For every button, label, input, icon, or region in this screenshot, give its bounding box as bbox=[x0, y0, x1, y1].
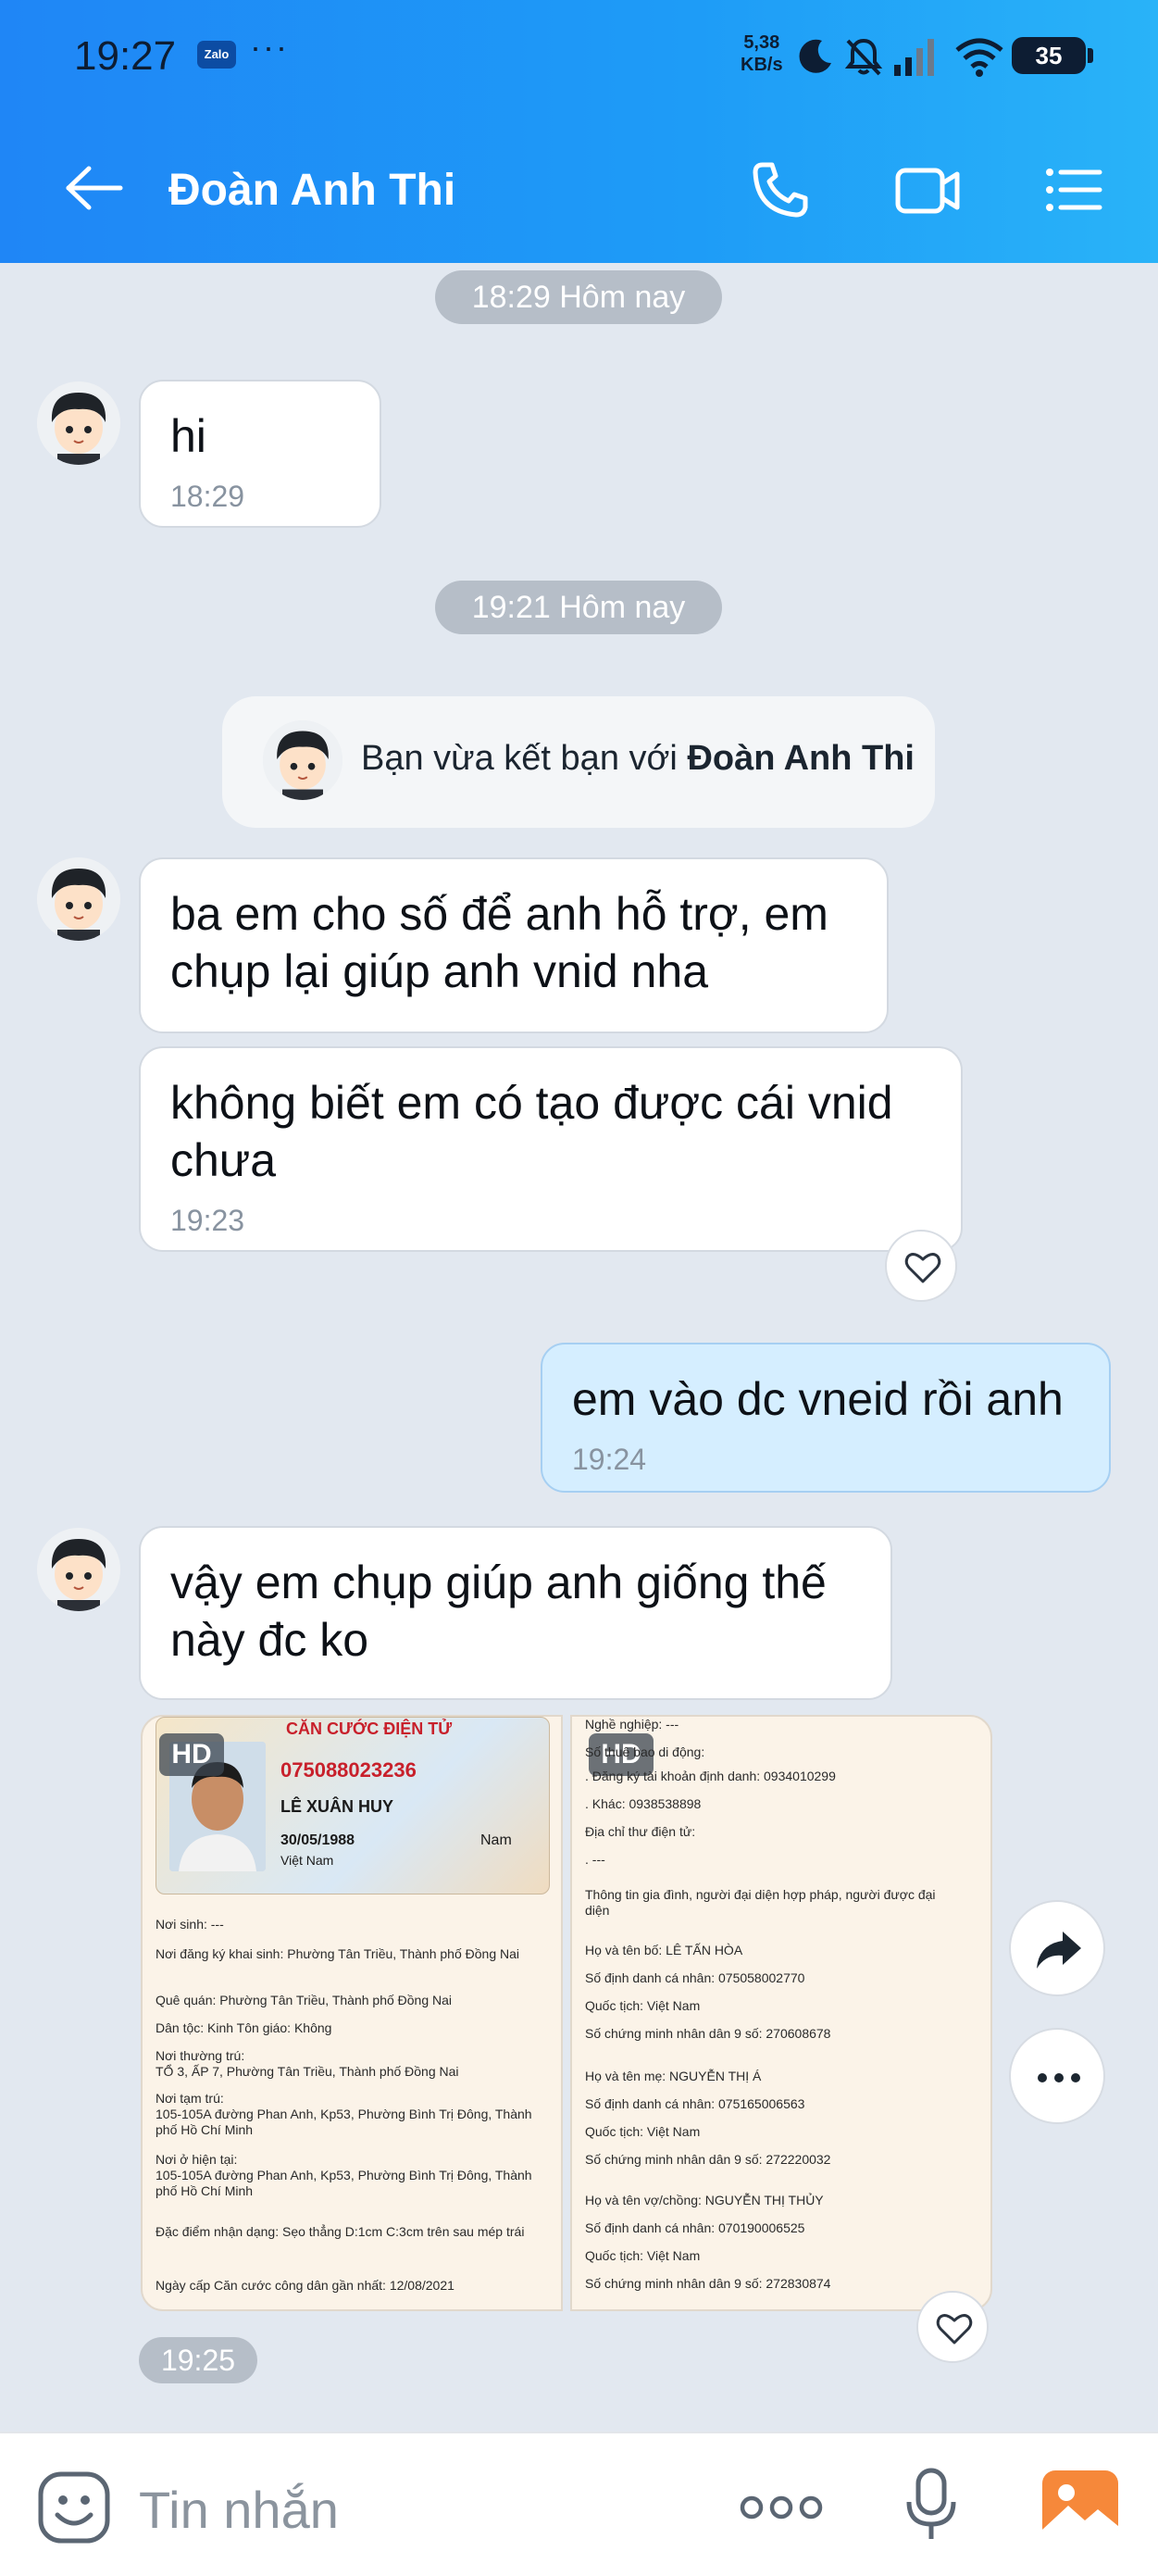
react-heart-button[interactable] bbox=[916, 2291, 989, 2363]
microphone-icon[interactable] bbox=[903, 2467, 959, 2545]
hd-badge: HD bbox=[159, 1733, 224, 1776]
chat-title[interactable]: Đoàn Anh Thi bbox=[168, 165, 455, 216]
message-input[interactable]: Tin nhắn bbox=[139, 2480, 339, 2540]
image-attachment-id-card[interactable]: CĂN CƯỚC ĐIỆN TỬ 075088023236 LÊ XUÂN HU… bbox=[141, 1715, 563, 2311]
message-time: 19:24 bbox=[572, 1443, 647, 1476]
zalo-notification-icon: Zalo bbox=[197, 41, 236, 69]
avatar[interactable] bbox=[37, 381, 120, 465]
menu-list-icon[interactable] bbox=[1042, 159, 1103, 220]
friend-name: Đoàn Anh Thi bbox=[687, 739, 915, 778]
react-heart-button[interactable] bbox=[885, 1230, 957, 1302]
phone-icon[interactable] bbox=[750, 159, 811, 220]
heart-icon bbox=[936, 2314, 973, 2345]
date-divider: 19:21 Hôm nay bbox=[435, 581, 722, 634]
more-dots-icon[interactable] bbox=[737, 2489, 826, 2526]
my-message-bubble[interactable]: em vào dc vneid rồi anh 19:24 bbox=[541, 1343, 1111, 1493]
video-call-icon[interactable] bbox=[894, 159, 961, 220]
message-text: hi bbox=[170, 410, 206, 462]
forward-button[interactable] bbox=[1009, 1900, 1105, 1996]
status-bar: 19:27 Zalo ··· 5,38 KB/s 35 bbox=[0, 0, 1158, 111]
avatar-boy-icon bbox=[263, 720, 342, 800]
image-attachment-family-info[interactable]: HD Nghề nghiệp: --- Số thuê bao di động:… bbox=[570, 1715, 992, 2311]
forward-arrow-icon bbox=[1037, 1932, 1081, 1969]
wifi-icon bbox=[955, 38, 1003, 77]
avatar[interactable] bbox=[37, 1528, 120, 1611]
battery-indicator: 35 bbox=[1012, 37, 1093, 74]
status-time: 19:27 bbox=[74, 33, 177, 79]
message-bubble[interactable]: không biết em có tạo được cái vnid chưa … bbox=[139, 1046, 963, 1252]
avatar-boy-icon bbox=[37, 381, 120, 465]
more-dots-icon bbox=[1038, 2073, 1080, 2082]
message-composer: Tin nhắn bbox=[0, 2432, 1158, 2576]
message-bubble[interactable]: hi 18:29 bbox=[139, 380, 381, 528]
message-bubble[interactable]: vậy em chụp giúp anh giống thế này đc ko bbox=[139, 1526, 892, 1700]
avatar-boy-icon bbox=[37, 857, 120, 941]
muted-bell-icon bbox=[844, 38, 883, 76]
avatar-boy-icon bbox=[37, 1528, 120, 1611]
emoji-icon[interactable] bbox=[37, 2470, 111, 2545]
gallery-icon[interactable] bbox=[1040, 2469, 1120, 2543]
message-text: vậy em chụp giúp anh giống thế này đc ko bbox=[170, 1557, 827, 1666]
message-text: ba em cho số để anh hỗ trợ, em chụp lại … bbox=[170, 888, 828, 997]
date-divider: 18:29 Hôm nay bbox=[435, 270, 722, 324]
heart-icon bbox=[904, 1253, 941, 1283]
chat-header: 19:27 Zalo ··· 5,38 KB/s 35 Đoàn Anh Thi bbox=[0, 0, 1158, 263]
message-time: 18:29 bbox=[170, 480, 245, 513]
image-time: 19:25 bbox=[139, 2337, 257, 2383]
avatar[interactable] bbox=[37, 857, 120, 941]
avatar bbox=[263, 720, 342, 800]
do-not-disturb-moon-icon bbox=[799, 39, 831, 73]
message-bubble[interactable]: ba em cho số để anh hỗ trợ, em chụp lại … bbox=[139, 857, 889, 1033]
friend-added-notice: Bạn vừa kết bạn với Đoàn Anh Thi bbox=[222, 696, 935, 828]
friend-added-text: Bạn vừa kết bạn với Đoàn Anh Thi bbox=[361, 739, 915, 778]
more-notifications-indicator: ··· bbox=[250, 28, 289, 66]
signal-strength-icon bbox=[894, 39, 934, 76]
message-text: không biết em có tạo được cái vnid chưa bbox=[170, 1077, 893, 1186]
message-time: 19:23 bbox=[170, 1204, 245, 1237]
network-speed: 5,38 KB/s bbox=[741, 32, 783, 75]
message-text: em vào dc vneid rồi anh bbox=[572, 1373, 1064, 1425]
back-arrow-icon[interactable] bbox=[65, 165, 124, 211]
more-options-button[interactable] bbox=[1009, 2028, 1105, 2124]
